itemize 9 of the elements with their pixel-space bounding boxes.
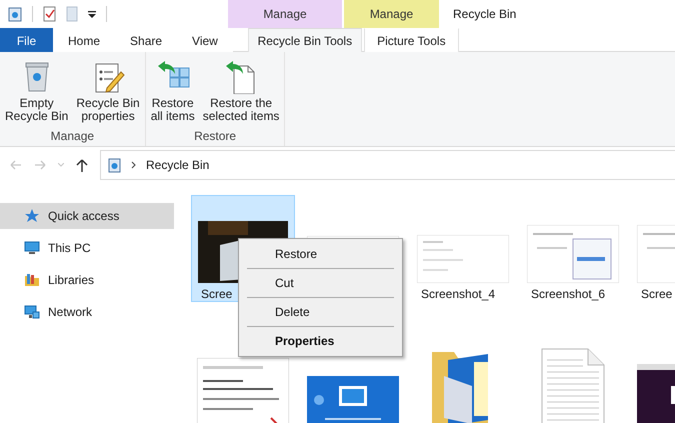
- context-tab-header: Manage: [228, 0, 342, 28]
- ribbon-group-label: Restore: [194, 129, 236, 143]
- file-name: Screenshot_6: [530, 287, 606, 301]
- context-tab-header: Manage: [344, 0, 439, 28]
- ribbon-group-label: Manage: [50, 129, 94, 143]
- file-name: Scree: [640, 287, 672, 301]
- file-name: Screenshot_4: [420, 287, 496, 301]
- file-name: Scree: [200, 287, 232, 301]
- window-title: Recycle Bin: [452, 6, 516, 23]
